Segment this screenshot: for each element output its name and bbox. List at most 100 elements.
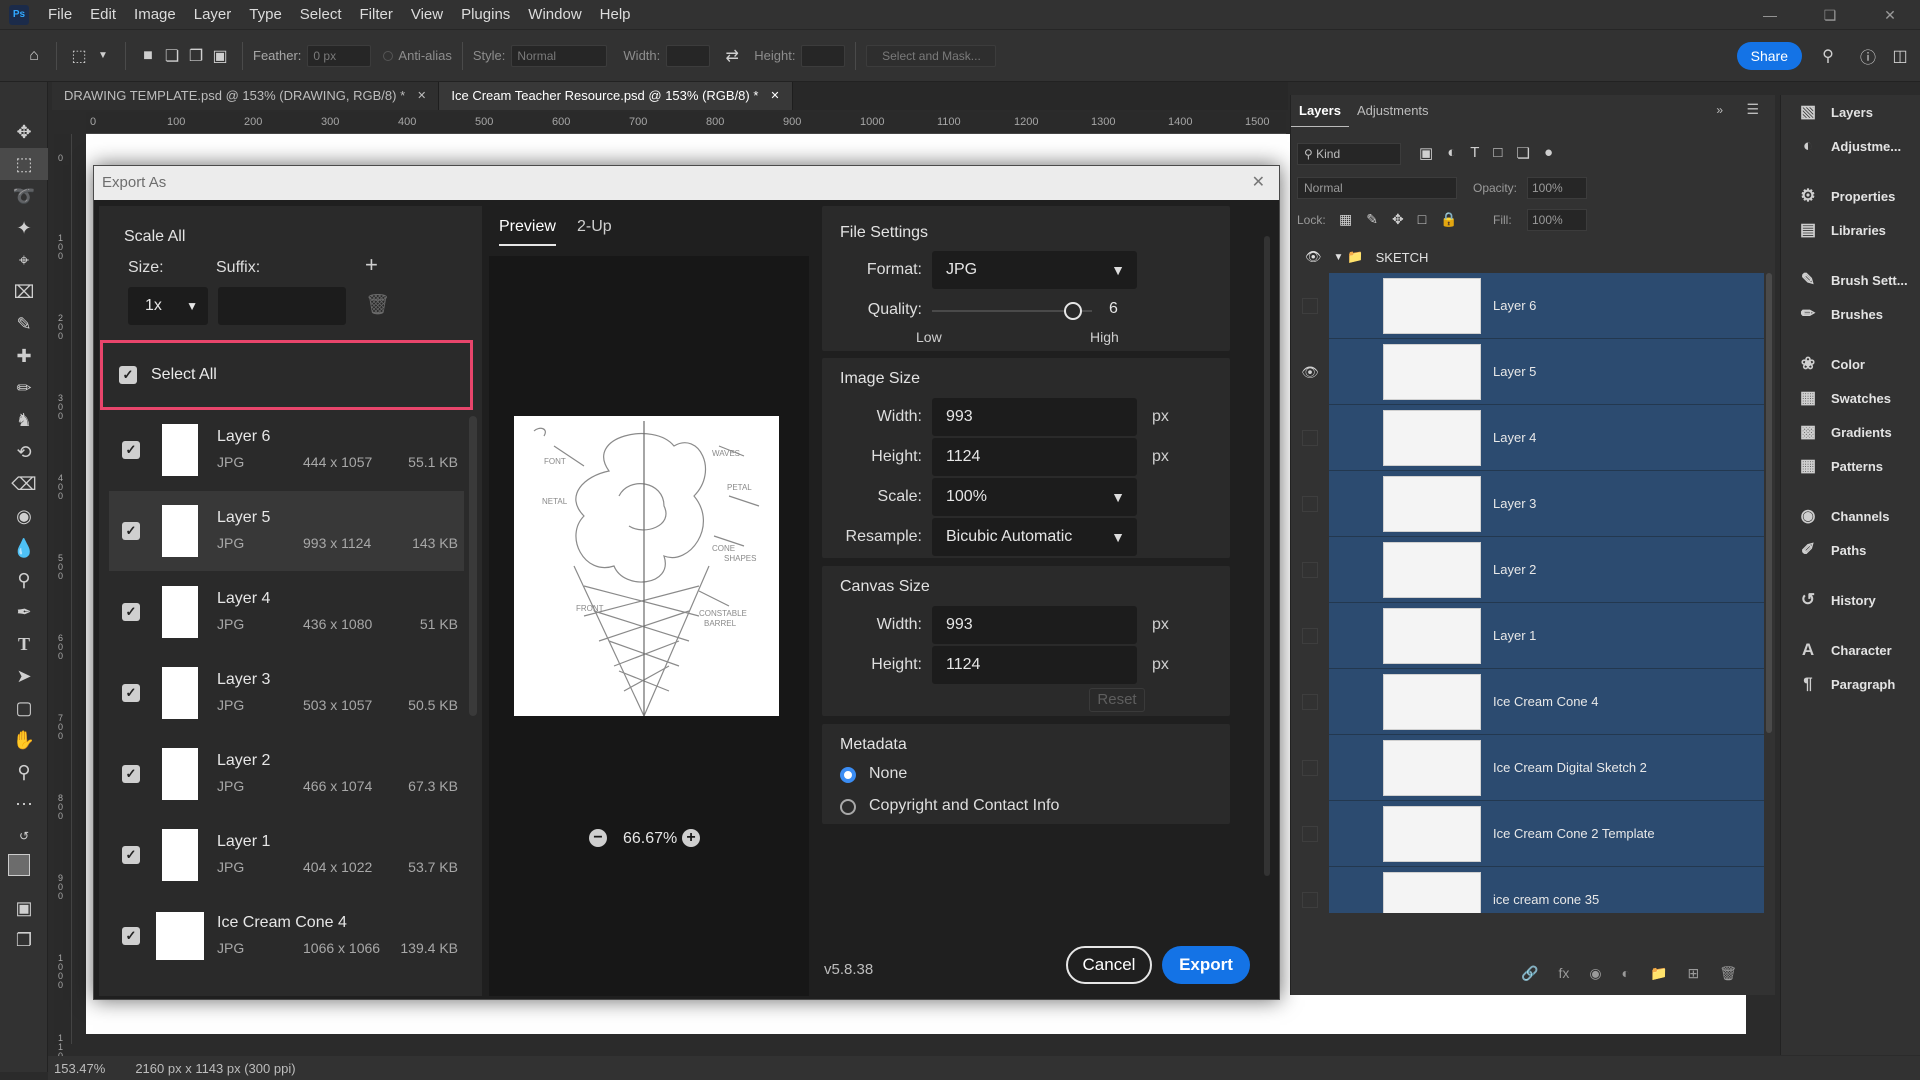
layer-row[interactable]: Layer 3 — [1329, 471, 1764, 537]
document-tab[interactable]: DRAWING TEMPLATE.psd @ 153% (DRAWING, RG… — [52, 82, 440, 110]
asset-checkbox[interactable]: ✓ — [122, 765, 140, 783]
trash-icon[interactable]: 🗑 — [365, 292, 390, 317]
layer-row[interactable]: Layer 2 — [1329, 537, 1764, 603]
asset-checkbox[interactable]: ✓ — [122, 441, 140, 459]
fx-icon[interactable]: fx — [1558, 965, 1569, 982]
close-tab-icon[interactable]: ✕ — [770, 82, 779, 110]
shape-filter-icon[interactable]: □ — [1493, 144, 1502, 162]
dock-item[interactable]: ↺ History — [1781, 583, 1920, 617]
dock-item[interactable]: ▩ Gradients — [1781, 415, 1920, 449]
zoom-tool-icon[interactable]: ⚲ — [0, 756, 48, 788]
search-icon[interactable]: ⚲ — [1816, 44, 1840, 68]
asset-checkbox[interactable]: ✓ — [122, 927, 140, 945]
fill-input[interactable]: 100% — [1527, 209, 1587, 231]
layer-row[interactable]: Ice Cream Digital Sketch 2 — [1329, 735, 1764, 801]
color-swatches[interactable] — [0, 852, 47, 892]
width-input[interactable] — [666, 44, 711, 67]
new-group-icon[interactable]: 📁 — [1650, 965, 1667, 982]
asset-checkbox[interactable]: ✓ — [122, 684, 140, 702]
filter-toggle-icon[interactable]: ● — [1544, 144, 1553, 162]
chevron-down-icon[interactable]: ▼ — [91, 44, 115, 68]
hand-tool-icon[interactable]: ✋ — [0, 724, 48, 756]
lasso-tool-icon[interactable]: ➰ — [0, 180, 48, 212]
menu-select[interactable]: Select — [291, 0, 351, 30]
menu-help[interactable]: Help — [591, 0, 640, 30]
marquee-tool-icon[interactable]: ⬚ — [67, 44, 91, 68]
asset-row[interactable]: ✓ Layer 6 JPG 444 x 1057 55.1 KB — [109, 410, 464, 490]
select-and-mask-button[interactable]: Select and Mask... — [866, 44, 997, 67]
tab-2up[interactable]: 2-Up — [577, 218, 612, 236]
panel-menu-icon[interactable]: ☰ — [1746, 101, 1759, 118]
dock-item[interactable]: ¶ Paragraph — [1781, 667, 1920, 701]
settings-scrollbar[interactable] — [1264, 236, 1270, 876]
zoom-level[interactable]: 153.47% — [54, 1061, 105, 1076]
lock-transparent-icon[interactable]: ▦ — [1339, 211, 1352, 228]
close-icon[interactable]: ✕ — [1252, 166, 1265, 200]
mask-icon[interactable]: ◉ — [1589, 965, 1601, 982]
close-window-icon[interactable]: ✕ — [1860, 0, 1920, 30]
dodge-tool-icon[interactable]: ⚲ — [0, 564, 48, 596]
home-icon[interactable]: ⌂ — [22, 44, 46, 68]
tab-adjustments[interactable]: Adjustments — [1349, 95, 1437, 127]
opacity-input[interactable]: 100% — [1527, 177, 1587, 199]
chevron-down-icon[interactable]: ▼ — [1334, 252, 1344, 263]
rectangle-tool-icon[interactable]: ▢ — [0, 692, 48, 724]
pixel-filter-icon[interactable]: ▣ — [1419, 144, 1433, 162]
screen-mode-icon[interactable]: ❐ — [0, 924, 48, 956]
asset-checkbox[interactable]: ✓ — [122, 603, 140, 621]
feather-input[interactable]: 0 px — [307, 44, 372, 67]
adjustment-filter-icon[interactable]: ◐ — [1447, 144, 1456, 162]
swap-colors-icon[interactable]: ↺ — [0, 820, 48, 852]
more-tools-icon[interactable]: ⋯ — [0, 788, 48, 820]
zoom-in-icon[interactable]: + — [682, 829, 700, 847]
metadata-copyright-radio[interactable] — [840, 799, 856, 815]
lock-all-icon[interactable]: 🔒 — [1440, 211, 1457, 228]
menu-layer[interactable]: Layer — [185, 0, 241, 30]
blend-mode-select[interactable]: Normal — [1297, 177, 1457, 199]
brush-tool-icon[interactable]: ✏ — [0, 372, 48, 404]
new-selection-icon[interactable]: ■ — [136, 44, 160, 68]
canvas-height-input[interactable]: 1124 — [932, 646, 1137, 684]
menu-image[interactable]: Image — [125, 0, 185, 30]
layer-row[interactable]: ice cream cone 35 — [1329, 867, 1764, 913]
menu-plugins[interactable]: Plugins — [452, 0, 519, 30]
lock-paint-icon[interactable]: ✎ — [1366, 211, 1378, 228]
select-all-checkbox[interactable]: ✓ — [119, 366, 137, 384]
frame-tool-icon[interactable]: ⌧ — [0, 276, 48, 308]
smart-object-filter-icon[interactable]: ❏ — [1516, 144, 1529, 162]
restore-icon[interactable]: ❏ — [1800, 0, 1860, 30]
dock-item[interactable]: ⚙ Properties — [1781, 179, 1920, 213]
dock-item[interactable]: ▦ Patterns — [1781, 449, 1920, 483]
quality-slider-thumb[interactable] — [1063, 302, 1082, 320]
zoom-out-icon[interactable]: − — [589, 829, 607, 847]
eyedropper-tool-icon[interactable]: ✎ — [0, 308, 48, 340]
workspace-icon[interactable]: ◫ — [1888, 44, 1912, 68]
layer-group-sketch[interactable]: 👁 ▼ 📁 SKETCH — [1291, 245, 1764, 269]
dock-item[interactable]: ◐ Adjustme... — [1781, 129, 1920, 163]
blur-tool-icon[interactable]: 💧 — [0, 532, 48, 564]
preview-area[interactable]: FONT WAVES PETAL NETAL CONE SHAPES FRONT… — [489, 256, 809, 996]
menu-view[interactable]: View — [402, 0, 452, 30]
dock-item[interactable]: ✏ Brushes — [1781, 297, 1920, 331]
assets-scrollbar[interactable] — [469, 416, 477, 716]
dock-item[interactable]: ▤ Libraries — [1781, 213, 1920, 247]
tab-layers[interactable]: Layers — [1291, 95, 1349, 127]
pen-tool-icon[interactable]: ✒ — [0, 596, 48, 628]
asset-row[interactable]: ✓ Layer 3 JPG 503 x 1057 50.5 KB — [109, 653, 464, 733]
share-button[interactable]: Share — [1736, 42, 1802, 70]
move-tool-icon[interactable]: ✥ — [0, 116, 48, 148]
eraser-tool-icon[interactable]: ⌫ — [0, 468, 48, 500]
layer-row[interactable]: Ice Cream Cone 2 Template — [1329, 801, 1764, 867]
crop-tool-icon[interactable]: ⌖ — [0, 244, 48, 276]
history-brush-tool-icon[interactable]: ⟲ — [0, 436, 48, 468]
format-select[interactable]: JPG ▼ — [932, 251, 1137, 289]
healing-brush-tool-icon[interactable]: ✚ — [0, 340, 48, 372]
new-layer-icon[interactable]: ⊞ — [1687, 965, 1699, 982]
eye-icon[interactable]: 👁 — [1297, 339, 1323, 405]
menu-window[interactable]: Window — [519, 0, 590, 30]
dock-item[interactable]: ❀ Color — [1781, 347, 1920, 381]
dock-item[interactable]: ▦ Swatches — [1781, 381, 1920, 415]
eye-icon[interactable]: 👁 — [1305, 249, 1322, 265]
intersect-selection-icon[interactable]: ▣ — [208, 44, 232, 68]
visibility-toggle[interactable] — [1297, 273, 1323, 339]
